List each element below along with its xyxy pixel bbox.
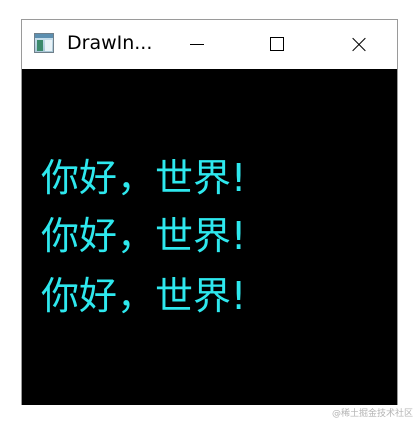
watermark: @稀土掘金技术社区 <box>331 409 413 419</box>
drawing-canvas: 你好，世界! 你好，世界! 你好，世界! <box>22 69 397 405</box>
close-button[interactable] <box>336 20 382 68</box>
minimize-button[interactable] <box>174 20 220 68</box>
drawn-text-line: 你好，世界! <box>41 274 247 318</box>
maximize-button[interactable] <box>254 20 300 68</box>
app-window-icon[interactable] <box>34 33 54 53</box>
window-title: DrawIn... <box>67 32 153 54</box>
close-icon <box>352 37 366 51</box>
drawn-text-line: 你好，世界! <box>41 156 247 200</box>
app-window: DrawIn... 你好，世界! 你好，世界! 你好，世界! <box>21 19 398 405</box>
minimize-icon <box>190 43 204 45</box>
maximize-icon <box>270 37 284 51</box>
drawn-text-line: 你好，世界! <box>41 214 247 258</box>
title-bar[interactable]: DrawIn... <box>22 20 397 70</box>
